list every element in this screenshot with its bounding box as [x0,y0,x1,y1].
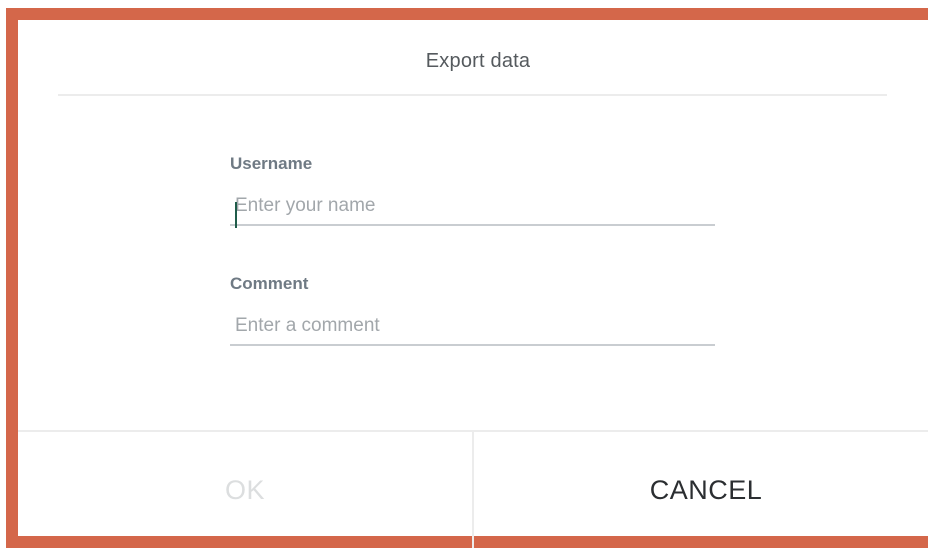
comment-label: Comment [230,274,309,293]
username-label: Username [230,154,313,173]
title-divider [58,94,887,96]
export-data-dialog: Export data Username Comment OK CANCEL [18,20,928,548]
username-input[interactable] [230,188,715,226]
comment-input[interactable] [230,308,715,346]
ok-button[interactable]: OK [18,432,472,548]
cancel-button[interactable]: CANCEL [474,432,928,548]
highlight-frame: Export data Username Comment OK CANCEL [6,8,928,548]
username-field-group: Username [230,154,715,228]
dialog-title: Export data [425,50,531,72]
comment-field-group: Comment [230,274,715,346]
text-cursor [235,202,237,228]
